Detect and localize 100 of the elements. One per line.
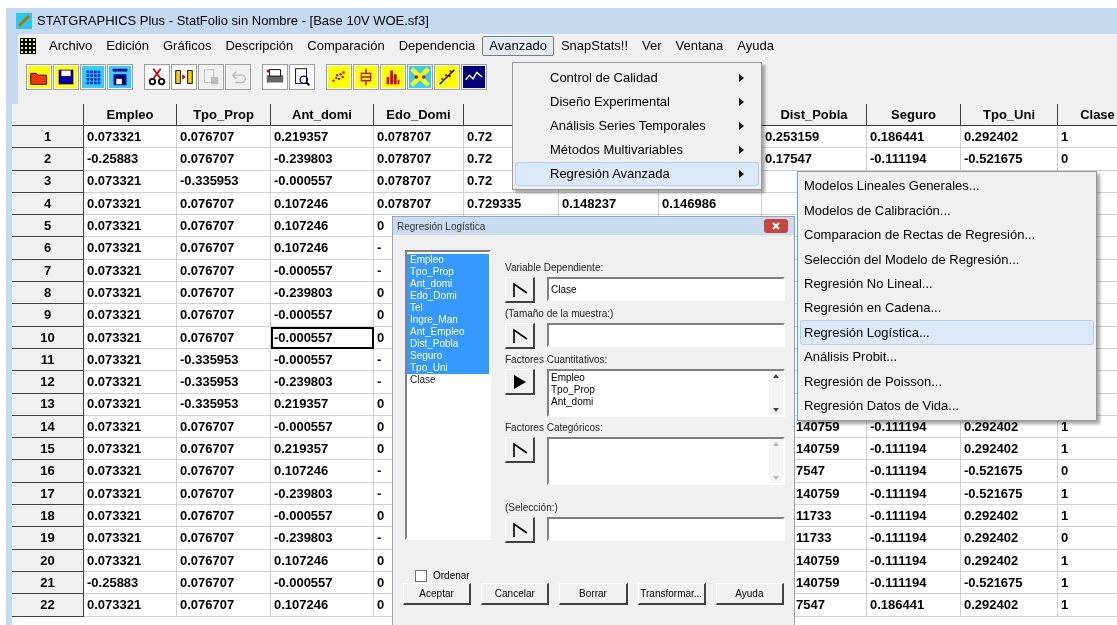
row-header[interactable]: 11 [12,348,84,372]
table-cell: 0.073321 [84,282,177,305]
menu-bar-item[interactable]: Archivo [42,36,100,56]
table-cell: 0.073321 [84,192,177,216]
menu-item[interactable]: Modelos de Calibración... [800,198,1094,223]
list-box[interactable]: Empleo Tpo_Prop Ant_domi [547,369,785,417]
table-cell: 0.076707 [177,527,271,550]
table-cell: 0.076707 [177,148,271,171]
table-cell: 0.107246 [271,237,374,260]
list-item[interactable]: Empleo [549,372,769,384]
table-cell: 0.073321 [84,371,177,394]
row-header[interactable]: 8 [12,282,84,305]
column-header[interactable]: Dist_Pobla [762,104,867,126]
row-header[interactable]: 4 [12,192,84,216]
table-cell: 0.073321 [84,549,177,572]
table-cell: 0.186441 [867,126,961,149]
row-header[interactable]: 18 [12,505,84,528]
row-header[interactable]: 15 [12,438,84,461]
row-header[interactable]: 2 [12,148,84,171]
table-cell: 0.076707 [177,549,271,572]
row-header[interactable]: 10 [12,326,84,349]
menu-item[interactable]: Regresión de Poisson... [800,369,1094,394]
menu-bar-item[interactable]: SnapStats!! [553,36,636,56]
menu-bar-item[interactable]: Descripción [218,36,301,56]
text-field[interactable]: Clase [547,277,785,301]
table-cell: 0.292402 [961,549,1058,572]
table-cell: -0.111194 [867,505,961,528]
menu-item[interactable]: Comparacion de Rectas de Regresión... [800,222,1094,248]
column-header[interactable]: Edo_Domi [374,104,464,126]
menu-item[interactable]: Regresión Datos de Vida... [800,393,1094,418]
menu-bar-item[interactable]: Ver [635,36,669,56]
table-cell: 0.219357 [271,393,374,416]
table-cell: 0.107246 [271,192,374,216]
dialog-button[interactable]: Borrar [559,583,628,605]
table-cell: 0.073321 [84,237,177,260]
table-cell: -0.335953 [177,371,271,394]
column-header[interactable]: Tpo_Prop [177,104,271,126]
list-item[interactable]: Tpo_Prop [549,384,769,396]
menu-bar-item[interactable]: Ventana [668,36,731,56]
table-cell: 0.076707 [177,237,271,260]
menu-item[interactable]: Análisis Probit... [800,344,1094,370]
menu-item[interactable]: Regresión en Cadena... [800,295,1094,321]
row-header[interactable]: 12 [12,371,84,394]
menu-bar-item[interactable]: Ayuda [730,36,781,56]
dialog-button[interactable]: Ayuda [715,583,784,605]
list-item[interactable]: Ant_domi [549,396,769,408]
dialog-button[interactable]: Cancelar [481,583,550,605]
dialog-button[interactable]: Transformar... [637,583,706,605]
table-cell: 0.219357 [271,126,374,149]
table-cell: 0.078707 [374,192,464,216]
menu-bar-item[interactable]: Gráficos [156,36,219,56]
menu-item[interactable]: Modelos Lineales Generales... [800,174,1094,199]
row-header[interactable]: 17 [12,482,84,506]
table-cell: 0.253159 [762,126,867,149]
table-cell: -0.111194 [867,438,961,461]
row-header[interactable]: 16 [12,460,84,483]
table-cell: 0.107246 [271,549,374,572]
column-header[interactable]: Clase [1058,104,1117,126]
table-cell: 0.073321 [84,527,177,550]
row-header[interactable]: 1 [12,126,84,149]
menu-bar-item[interactable]: Comparación [300,36,392,56]
table-cell: 0.078707 [374,148,464,171]
table-cell: 0.107246 [271,215,374,238]
row-header[interactable]: 20 [12,549,84,572]
table-cell: -0.521675 [961,571,1058,595]
table-cell: 0.073321 [84,259,177,283]
row-header[interactable]: 21 [12,571,84,595]
column-header[interactable]: Tpo_Uni [961,104,1058,126]
row-header[interactable]: 6 [12,237,84,260]
column-header[interactable]: Empleo [84,104,177,126]
row-header[interactable]: 19 [12,527,84,550]
window-title: STATGRAPHICS Plus - StatFolio sin Nombre - [Base 10V WOE.sf3] [37,12,429,31]
table-cell: -0.335953 [177,170,271,193]
table-cell: -0.111194 [867,460,961,483]
menu-bar-item[interactable]: Dependencia [391,36,483,56]
row-header[interactable]: 22 [12,594,84,617]
row-header[interactable]: 5 [12,215,84,238]
row-header[interactable]: 13 [12,393,84,416]
menu-item[interactable]: Regresión No Lineal... [800,271,1094,296]
table-cell: -0.000557 [271,259,374,283]
menu-item[interactable]: Control de Calidad [515,66,759,90]
dialog-button[interactable]: Aceptar [403,583,472,605]
row-header[interactable]: 9 [12,304,84,327]
menu-item[interactable]: Selección del Modelo de Regresión... [800,247,1094,272]
menu-bar-item[interactable]: Edición [99,36,156,56]
menu-bar-item[interactable]: Avanzado [482,36,554,56]
row-header[interactable]: 3 [12,170,84,193]
menu-item[interactable]: Regresión Logística... [800,320,1094,345]
table-cell: -0.111194 [867,482,961,506]
row-header[interactable]: 7 [12,259,84,283]
column-header[interactable]: Seguro [867,104,961,126]
table-cell: -0.000557 [271,415,374,439]
table-cell: -0.239803 [271,371,374,394]
menu-item[interactable]: Diseño Experimental [515,90,759,114]
row-header[interactable]: 14 [12,415,84,439]
table-cell: 0.073321 [84,460,177,483]
field-label: (Selección:) [505,501,559,515]
table-cell: -0.000557 [271,170,374,193]
column-header[interactable]: Ant_domi [271,104,374,126]
menu-item[interactable]: Regresión Avanzada [515,162,759,186]
